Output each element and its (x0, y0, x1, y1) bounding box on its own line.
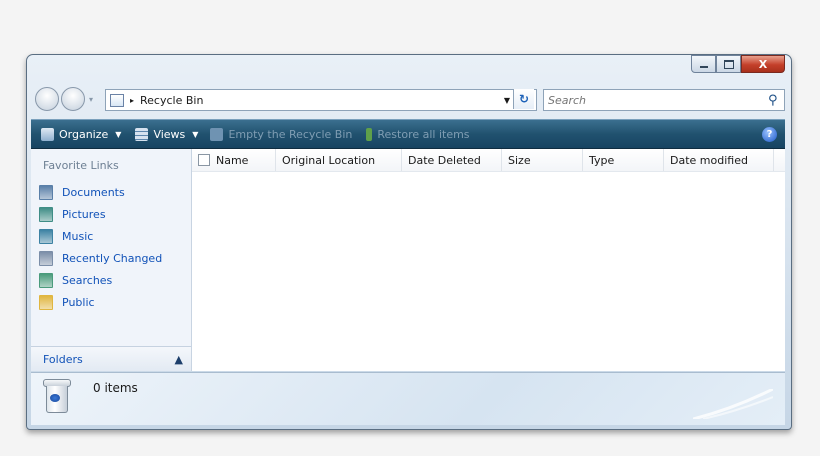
minimize-icon (699, 65, 708, 68)
empty-recycle-bin-button[interactable]: Empty the Recycle Bin (210, 127, 353, 141)
refresh-icon: ↻ (518, 92, 530, 106)
music-icon (39, 228, 53, 244)
forward-button[interactable] (61, 87, 85, 111)
favorite-links-list: Documents Pictures Music Recently Changed Se… (39, 181, 162, 313)
organize-button[interactable]: Organize ▼ (41, 127, 122, 141)
favorite-link-recently-changed[interactable]: Recently Changed (39, 247, 162, 269)
chevron-down-icon: ▼ (115, 129, 122, 139)
column-headers: Name Original Location Date Deleted Size… (192, 149, 785, 172)
views-label: Views (153, 127, 186, 141)
address-dropdown-icon[interactable]: ▼ (504, 96, 510, 105)
chevron-up-icon[interactable]: ▲ (175, 353, 183, 366)
restore-icon (366, 127, 373, 141)
search-input[interactable] (544, 92, 768, 108)
views-button[interactable]: Views ▼ (135, 127, 199, 141)
pictures-icon (39, 206, 53, 222)
caption-buttons: X (691, 55, 785, 73)
favorite-link-label: Music (62, 229, 94, 243)
favorite-link-searches[interactable]: Searches (39, 269, 162, 291)
favorite-links-heading: Favorite Links (43, 159, 119, 172)
recycle-bin-icon (43, 379, 71, 415)
breadcrumb-separator-icon[interactable]: ▸ (130, 96, 134, 105)
search-box[interactable]: ⚲ (543, 89, 785, 111)
help-icon[interactable]: ? (762, 126, 777, 142)
command-bar: Organize ▼ Views ▼ Empty the Recycle Bin… (31, 119, 785, 149)
maximize-button[interactable] (716, 55, 741, 73)
select-all-checkbox[interactable] (198, 154, 210, 166)
maximize-icon (723, 59, 734, 69)
item-count: 0 items (93, 381, 138, 395)
column-header-original-location[interactable]: Original Location (276, 149, 402, 171)
empty-recycle-bin-label: Empty the Recycle Bin (228, 127, 353, 141)
column-header-date-deleted[interactable]: Date Deleted (402, 149, 502, 171)
column-header-name[interactable]: Name (192, 149, 276, 171)
file-list[interactable]: Name Original Location Date Deleted Size… (192, 149, 785, 371)
recycle-bin-location-icon (110, 93, 124, 107)
details-pane: 0 items (31, 372, 785, 425)
close-button[interactable]: X (741, 55, 785, 73)
favorite-link-pictures[interactable]: Pictures (39, 203, 162, 225)
favorite-link-label: Documents (62, 185, 125, 199)
searches-icon (39, 272, 53, 288)
folders-label: Folders (43, 352, 83, 366)
column-header-date-modified[interactable]: Date modified (664, 149, 774, 171)
favorite-link-label: Public (62, 295, 95, 309)
address-bar[interactable]: ▸ Recycle Bin ▼ (105, 89, 537, 111)
breadcrumb-recycle-bin[interactable]: Recycle Bin (140, 94, 203, 107)
explorer-window: X ▾ ▸ Recycle Bin ▼ ↻ ⚲ Organize ▼ Views… (26, 54, 792, 430)
column-header-size[interactable]: Size (502, 149, 583, 171)
favorite-link-label: Recently Changed (62, 251, 163, 265)
favorite-link-music[interactable]: Music (39, 225, 162, 247)
favorite-link-label: Searches (62, 273, 113, 287)
refresh-button[interactable]: ↻ (513, 89, 534, 109)
chevron-down-icon: ▼ (192, 129, 199, 139)
recently-changed-icon (39, 250, 53, 266)
back-button[interactable] (35, 87, 59, 111)
public-folder-icon (39, 294, 53, 310)
favorite-link-documents[interactable]: Documents (39, 181, 162, 203)
views-icon (135, 127, 149, 141)
column-header-type[interactable]: Type (583, 149, 664, 171)
documents-icon (39, 184, 53, 200)
navigation-pane: Favorite Links Documents Pictures Music Rec… (31, 149, 192, 371)
organize-icon (41, 127, 54, 141)
empty-recycle-bin-icon (210, 127, 224, 141)
restore-all-items-button[interactable]: Restore all items (366, 127, 470, 141)
decorative-swoosh (693, 389, 773, 419)
restore-all-items-label: Restore all items (377, 127, 470, 141)
favorite-link-public[interactable]: Public (39, 291, 162, 313)
folders-bar[interactable]: Folders ▲ (31, 346, 191, 371)
favorite-link-label: Pictures (62, 207, 106, 221)
organize-label: Organize (59, 127, 109, 141)
minimize-button[interactable] (691, 55, 716, 73)
search-icon[interactable]: ⚲ (768, 93, 784, 108)
recent-pages-dropdown[interactable]: ▾ (89, 95, 93, 104)
navigation-buttons: ▾ (35, 87, 93, 111)
